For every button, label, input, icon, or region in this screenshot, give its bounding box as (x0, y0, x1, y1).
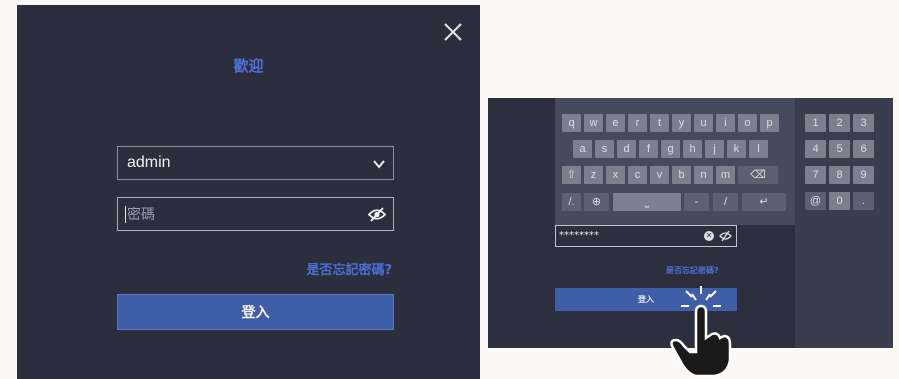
password-placeholder: 密碼 (127, 206, 155, 222)
backspace-key[interactable]: ⌫ (738, 166, 778, 184)
key-s[interactable]: s (595, 140, 614, 158)
numpad-key-at[interactable]: @ (805, 192, 826, 210)
clear-icon[interactable]: ✕ (704, 231, 714, 241)
text-caret (125, 206, 126, 223)
numpad-key-1[interactable]: 1 (805, 114, 826, 132)
shift-key[interactable]: ⇧ (562, 166, 581, 184)
key-b[interactable]: b (672, 166, 691, 184)
numpad-key-4[interactable]: 4 (805, 140, 826, 158)
key-n[interactable]: n (694, 166, 713, 184)
key-y[interactable]: y (672, 114, 691, 132)
key-t[interactable]: t (650, 114, 669, 132)
username-value: admin (127, 154, 171, 171)
keyboard-forgot-password-link[interactable]: 是否忘記密碼? (666, 265, 719, 276)
key-minus[interactable]: - (684, 193, 709, 211)
globe-key[interactable]: ⊕ (584, 193, 609, 211)
key-z[interactable]: z (584, 166, 603, 184)
numpad-key-0[interactable]: 0 (829, 192, 850, 210)
enter-key[interactable]: ↵ (742, 193, 786, 211)
dialog-title: 歡迎 (233, 57, 264, 75)
key-o[interactable]: o (738, 114, 757, 132)
numpad-key-7[interactable]: 7 (805, 166, 826, 184)
numpad-key-dot[interactable]: . (853, 192, 874, 210)
space-key[interactable]: ⎵ (613, 193, 681, 211)
key-k[interactable]: k (727, 140, 746, 158)
username-select[interactable]: admin (117, 146, 394, 180)
numpad-key-6[interactable]: 6 (853, 140, 874, 158)
eye-off-icon[interactable] (367, 206, 387, 223)
pointing-hand-icon (670, 286, 732, 378)
key-f[interactable]: f (639, 140, 658, 158)
keyboard-password-input[interactable]: ******** ✕ (555, 225, 737, 247)
key-h[interactable]: h (683, 140, 702, 158)
chevron-down-icon[interactable] (372, 157, 386, 171)
key-a[interactable]: a (573, 140, 592, 158)
key-w[interactable]: w (584, 114, 603, 132)
key-e[interactable]: e (606, 114, 625, 132)
close-icon[interactable] (442, 21, 464, 43)
key-symbols[interactable]: /. (562, 193, 581, 211)
numpad-key-8[interactable]: 8 (829, 166, 850, 184)
key-q[interactable]: q (562, 114, 581, 132)
key-c[interactable]: c (628, 166, 647, 184)
key-v[interactable]: v (650, 166, 669, 184)
key-i[interactable]: i (716, 114, 735, 132)
eye-off-icon[interactable] (719, 230, 732, 242)
key-u[interactable]: u (694, 114, 713, 132)
numpad-key-9[interactable]: 9 (853, 166, 874, 184)
numpad-key-3[interactable]: 3 (853, 114, 874, 132)
numpad-key-2[interactable]: 2 (829, 114, 850, 132)
login-dialog: 歡迎 admin 密碼 是否忘記密碼? 登入 (17, 5, 480, 379)
key-g[interactable]: g (661, 140, 680, 158)
key-r[interactable]: r (628, 114, 647, 132)
key-p[interactable]: p (760, 114, 779, 132)
key-j[interactable]: j (705, 140, 724, 158)
key-m[interactable]: m (716, 166, 735, 184)
password-input[interactable]: 密碼 (117, 197, 394, 231)
key-l[interactable]: l (749, 140, 768, 158)
numpad-key-5[interactable]: 5 (829, 140, 850, 158)
forgot-password-link[interactable]: 是否忘記密碼? (306, 259, 392, 278)
key-d[interactable]: d (617, 140, 636, 158)
key-x[interactable]: x (606, 166, 625, 184)
login-button[interactable]: 登入 (117, 294, 394, 330)
virtual-keyboard: q w e r t y u i o p a s d f g h j k l ⇧ z x c v b n m ⌫ /. ⊕ ⎵ - / ↵ (555, 98, 795, 225)
keyboard-screen: q w e r t y u i o p a s d f g h j k l ⇧ z x c v b n m ⌫ /. ⊕ ⎵ - / ↵ 123 4… (488, 98, 893, 378)
key-slash[interactable]: / (713, 193, 738, 211)
numeric-keypad: 1 2 3 4 5 6 7 8 9 @0. (795, 98, 893, 348)
password-value: ******** (559, 230, 599, 241)
